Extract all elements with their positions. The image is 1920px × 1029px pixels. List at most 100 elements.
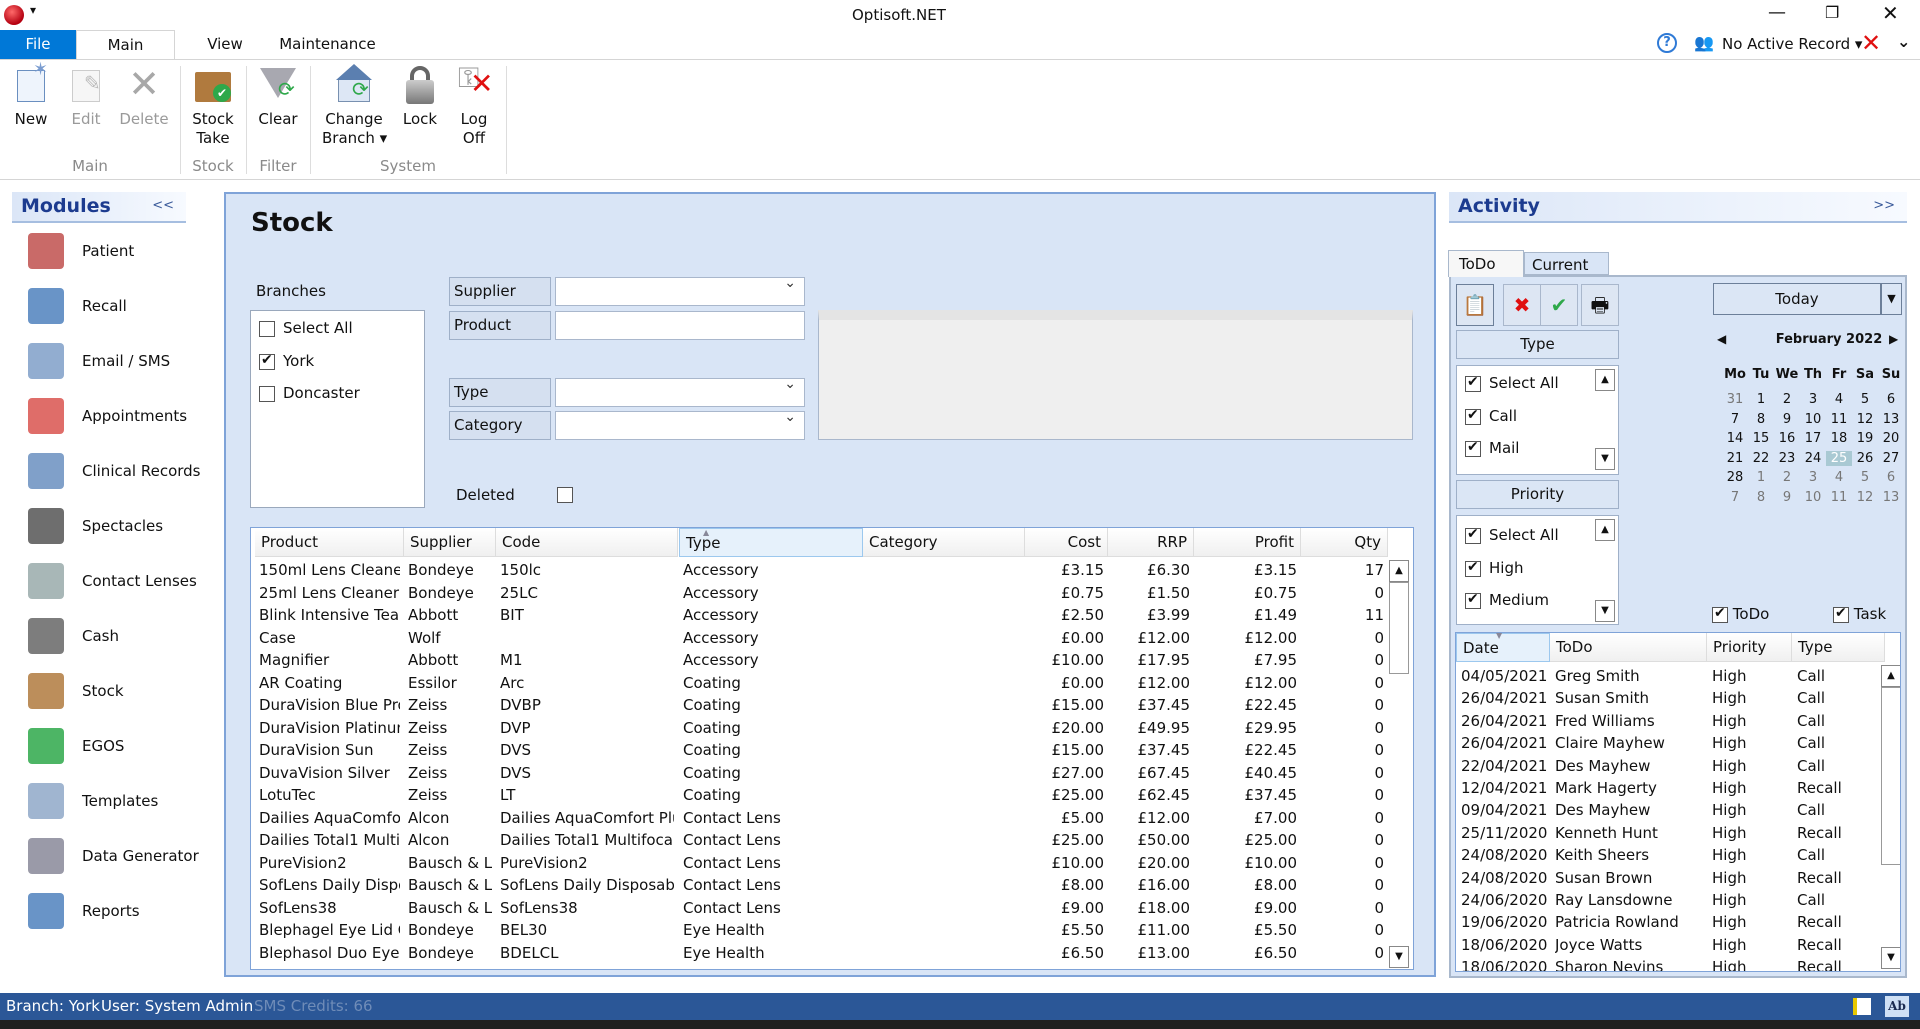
calendar-day[interactable]: 9 [1774,490,1800,505]
table-row[interactable]: 04/05/2021 Greg Smith High Call [1456,665,1881,687]
module-item-stock[interactable]: Stock [28,669,208,713]
calendar-day[interactable]: 8 [1748,412,1774,427]
priority-select-all[interactable]: Select All [1465,526,1559,544]
module-item-reports[interactable]: Reports [28,889,208,933]
calendar-day[interactable]: 22 [1748,451,1774,466]
calendar-day[interactable]: 1 [1748,392,1774,407]
new-todo-button[interactable]: 📋 [1456,284,1494,326]
active-record-dropdown[interactable]: No Active Record ▾ [1722,35,1862,53]
calendar-day[interactable]: 2 [1774,470,1800,485]
calendar-day[interactable]: 28 [1722,470,1748,485]
checkbox[interactable] [1465,439,1481,457]
table-row[interactable]: 26/04/2021 Susan Smith High Call [1456,687,1881,709]
priority-high[interactable]: High [1465,559,1523,577]
scroll-down-button[interactable]: ▼ [1389,946,1409,968]
delete-todo-button[interactable]: ✖ [1503,284,1541,326]
table-row[interactable]: 24/08/2020 Keith Sheers High Call [1456,844,1881,866]
type-select[interactable] [555,376,805,407]
module-item-templates[interactable]: Templates [28,779,208,823]
table-row[interactable]: 25ml Lens Cleaner Bondeye 25LC Accessory £0.… [251,582,1389,604]
calendar-day[interactable]: 19 [1852,431,1878,446]
calendar-day[interactable]: 6 [1878,470,1904,485]
checkbox[interactable] [259,320,275,337]
calendar-day[interactable]: 13 [1878,490,1904,505]
collapse-modules-button[interactable]: << [152,198,174,213]
checkbox[interactable] [259,385,275,402]
notes-icon[interactable] [1853,998,1871,1015]
column-header-category[interactable]: Category [863,528,1025,557]
clear-filter-button[interactable]: ⟳ Clear [254,64,302,129]
column-header-supplier[interactable]: Supplier [404,528,496,557]
calendar-day[interactable]: 16 [1774,431,1800,446]
module-item-egos[interactable]: EGOS [28,724,208,768]
calendar-day[interactable]: 31 [1722,392,1748,407]
module-item-cash[interactable]: Cash [28,614,208,658]
module-item-appointments[interactable]: Appointments [28,394,208,438]
table-row[interactable]: Blink Intensive Tears Abbott BIT Accessory £… [251,604,1389,626]
table-row[interactable]: Dailies AquaComfort Alcon Dailies AquaComf… [251,807,1389,829]
calendar-day[interactable]: 2 [1774,392,1800,407]
table-row[interactable]: 26/04/2021 Claire Mayhew High Call [1456,732,1881,754]
edit-button[interactable]: ✎ Edit [66,64,106,129]
table-row[interactable]: 22/04/2021 Des Mayhew High Call [1456,755,1881,777]
today-button[interactable]: Today [1713,283,1881,315]
tab-maintenance[interactable]: Maintenance [275,30,380,59]
tab-current[interactable]: Current [1524,252,1609,275]
table-row[interactable]: 18/06/2020 Sharon Nevins High Recall [1456,956,1881,971]
tab-todo[interactable]: ToDo [1448,250,1524,277]
column-header-type[interactable]: Type [1792,633,1885,662]
branch-doncaster[interactable]: Doncaster [259,384,360,402]
calendar-day[interactable]: 20 [1878,431,1904,446]
module-item-data-generator[interactable]: Data Generator [28,834,208,878]
calendar-day[interactable]: 1 [1748,470,1774,485]
checkbox[interactable] [1465,526,1481,544]
checkbox[interactable] [1465,374,1481,392]
checkbox[interactable] [1465,407,1481,425]
calendar-day[interactable]: 11 [1826,490,1852,505]
scroll-down-button[interactable]: ▼ [1881,947,1900,969]
table-row[interactable]: DuvaVision Silver Zeiss DVS Coating £27.00 £6… [251,762,1389,784]
scroll-up-button[interactable]: ▲ [1389,560,1409,582]
table-row[interactable]: Dailies Total1 Multifc Alcon Dailies Total… [251,829,1389,851]
calendar-day[interactable]: 18 [1826,431,1852,446]
scroll-down-button[interactable]: ▼ [1595,600,1615,622]
calendar-day[interactable]: 6 [1878,392,1904,407]
prev-month-icon[interactable]: ◀ [1717,332,1726,346]
calendar-day[interactable]: 13 [1878,412,1904,427]
checkbox[interactable] [1833,605,1849,623]
calendar-day[interactable]: 12 [1852,490,1878,505]
column-header-qty[interactable]: Qty [1301,528,1388,557]
scroll-up-button[interactable]: ▲ [1595,519,1615,541]
calendar-day[interactable]: 10 [1800,490,1826,505]
table-row[interactable]: Blephasol Duo Eye Li Bondeye BDELCL Eye Hea… [251,942,1389,964]
module-item-spectacles[interactable]: Spectacles [28,504,208,548]
new-button[interactable]: ✶ New [8,60,54,129]
column-header-profit[interactable]: Profit [1194,528,1301,557]
checkbox[interactable] [1465,559,1481,577]
type-call[interactable]: Call [1465,407,1517,425]
help-icon[interactable]: ? [1657,33,1677,53]
checkbox[interactable] [259,352,275,370]
deleted-checkbox[interactable] [557,487,573,503]
module-item-email-sms[interactable]: Email / SMS [28,339,208,383]
table-row[interactable]: 19/06/2020 Patricia Rowland High Recall [1456,911,1881,933]
table-row[interactable]: Case Wolf Accessory £0.00 £12.00 £12.00 0 [251,627,1389,649]
calendar-day[interactable]: 7 [1722,412,1748,427]
calendar-day[interactable]: 5 [1852,392,1878,407]
table-row[interactable]: Blephagel Eye Lid Cle Bondeye BEL30 Eye Hea… [251,919,1389,941]
branch-select-all[interactable]: Select All [259,319,353,337]
module-item-patient[interactable]: Patient [28,229,208,273]
calendar-day[interactable]: 25 [1826,450,1852,466]
calendar-day[interactable]: 12 [1852,412,1878,427]
column-header-code[interactable]: Code [496,528,678,557]
module-item-contact-lenses[interactable]: Contact Lenses [28,559,208,603]
table-row[interactable]: 26/04/2021 Fred Williams High Call [1456,710,1881,732]
table-row[interactable]: DuraVision Platinum Zeiss DVP Coating £20.00… [251,717,1389,739]
table-row[interactable]: SofLens Daily Dispos Bausch & Loı SofLens … [251,874,1389,896]
column-header-product[interactable]: Product [255,528,404,557]
minimize-button[interactable]: — [1768,2,1786,23]
scroll-up-button[interactable]: ▲ [1881,665,1900,687]
type-mail[interactable]: Mail [1465,439,1519,457]
table-row[interactable]: DuraVision Sun Zeiss DVS Coating £15.00 £37.4… [251,739,1389,761]
module-item-recall[interactable]: Recall [28,284,208,328]
